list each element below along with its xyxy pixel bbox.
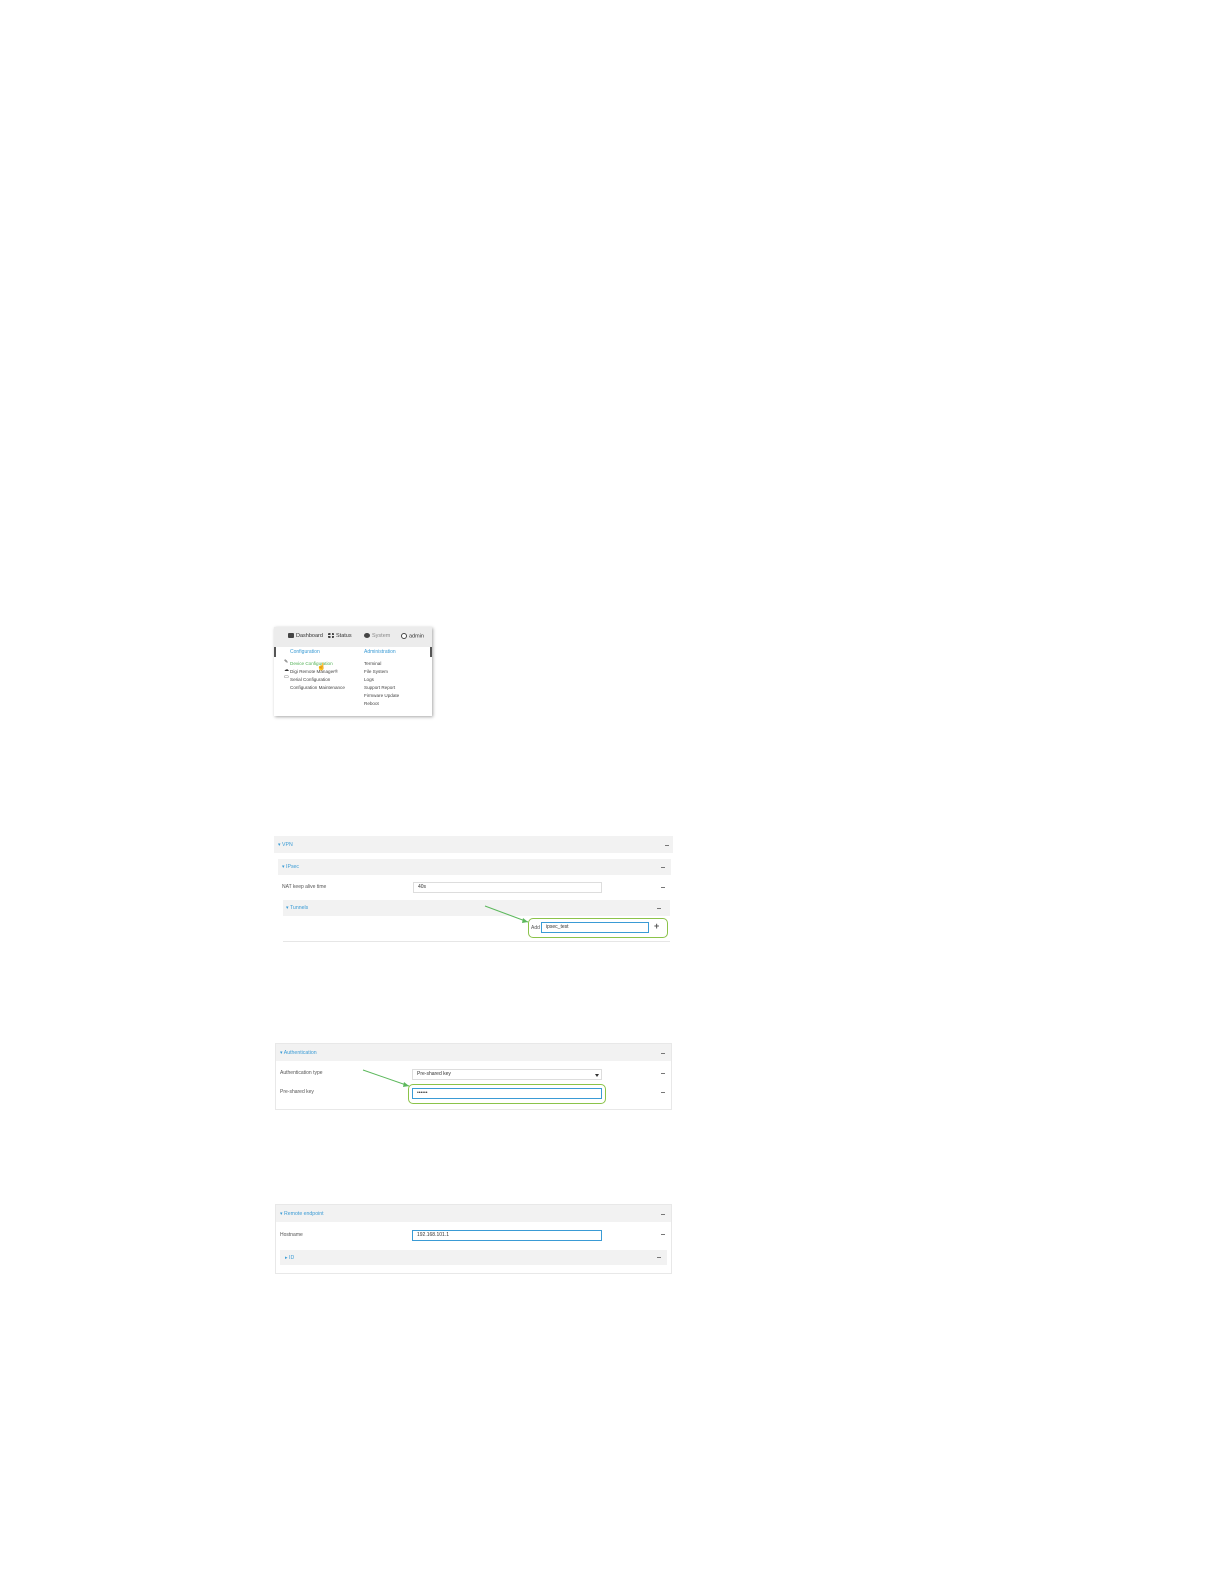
- hostname-input[interactable]: 192.168.101.1: [412, 1230, 602, 1241]
- wrench-icon: ✎: [284, 659, 289, 665]
- callout-arrow: [362, 1069, 410, 1087]
- id-title-text: ID: [289, 1255, 295, 1261]
- remote-endpoint-screenshot: ▾ Remote endpoint Hostname 192.168.101.1…: [275, 1204, 672, 1274]
- id-title: ▸ ID: [285, 1255, 295, 1261]
- authentication-screenshot: ▾ Authentication Authentication type Pre…: [275, 1043, 672, 1110]
- dropdown-edge-left: [274, 647, 276, 657]
- hostname-label: Hostname: [280, 1232, 303, 1238]
- menu-firmware-update[interactable]: Firmware Update: [364, 693, 399, 698]
- nav-system[interactable]: System: [364, 633, 390, 639]
- callout-arrow: [484, 905, 529, 923]
- configuration-heading: Configuration: [290, 649, 320, 655]
- nav-system-label: System: [372, 633, 391, 639]
- remove-icon[interactable]: [661, 1234, 665, 1236]
- user-icon: [401, 633, 407, 639]
- menu-digi-remote-manager[interactable]: Digi Remote Manager®: [290, 669, 338, 674]
- menu-device-configuration[interactable]: Device Configuration: [290, 661, 333, 666]
- menu-serial-configuration[interactable]: Serial Configuration: [290, 677, 330, 682]
- menu-terminal[interactable]: Terminal: [364, 661, 381, 666]
- menu-configuration-maintenance[interactable]: Configuration Maintenance: [290, 685, 345, 690]
- serial-icon: ▭: [284, 674, 289, 680]
- id-header[interactable]: [280, 1250, 667, 1265]
- system-menu-screenshot: Dashboard Status System admin Configurat…: [274, 627, 432, 716]
- nav-admin-label: admin: [409, 633, 424, 640]
- remote-endpoint-header[interactable]: [276, 1205, 671, 1222]
- menu-reboot[interactable]: Reboot: [364, 701, 379, 706]
- dashboard-icon: [288, 633, 294, 639]
- collapse-icon[interactable]: [657, 1257, 661, 1259]
- nav-admin[interactable]: admin: [401, 633, 424, 639]
- remote-endpoint-title-text: Remote endpoint: [284, 1211, 324, 1217]
- collapse-icon[interactable]: [661, 1214, 665, 1216]
- nav-status-label: Status: [336, 633, 352, 639]
- administration-heading: Administration: [364, 649, 396, 655]
- gear-icon: [364, 633, 370, 639]
- nav-status[interactable]: Status: [328, 633, 352, 639]
- dropdown-edge-right: [430, 647, 432, 657]
- vpn-tunnels-screenshot: ▾ VPN ▾ IPsec NAT keep alive time 40s ▾ …: [274, 836, 673, 951]
- menu-file-system[interactable]: File System: [364, 669, 388, 674]
- nav-dashboard[interactable]: Dashboard: [288, 633, 323, 639]
- nav-dashboard-label: Dashboard: [296, 633, 323, 639]
- cloud-icon: ☁: [284, 667, 289, 673]
- grid-icon: [328, 633, 334, 639]
- pointer-hand-icon: ☝: [317, 664, 326, 671]
- menu-support-report[interactable]: Support Report: [364, 685, 395, 690]
- menu-logs[interactable]: Logs: [364, 677, 374, 682]
- remote-endpoint-title: ▾ Remote endpoint: [280, 1211, 324, 1217]
